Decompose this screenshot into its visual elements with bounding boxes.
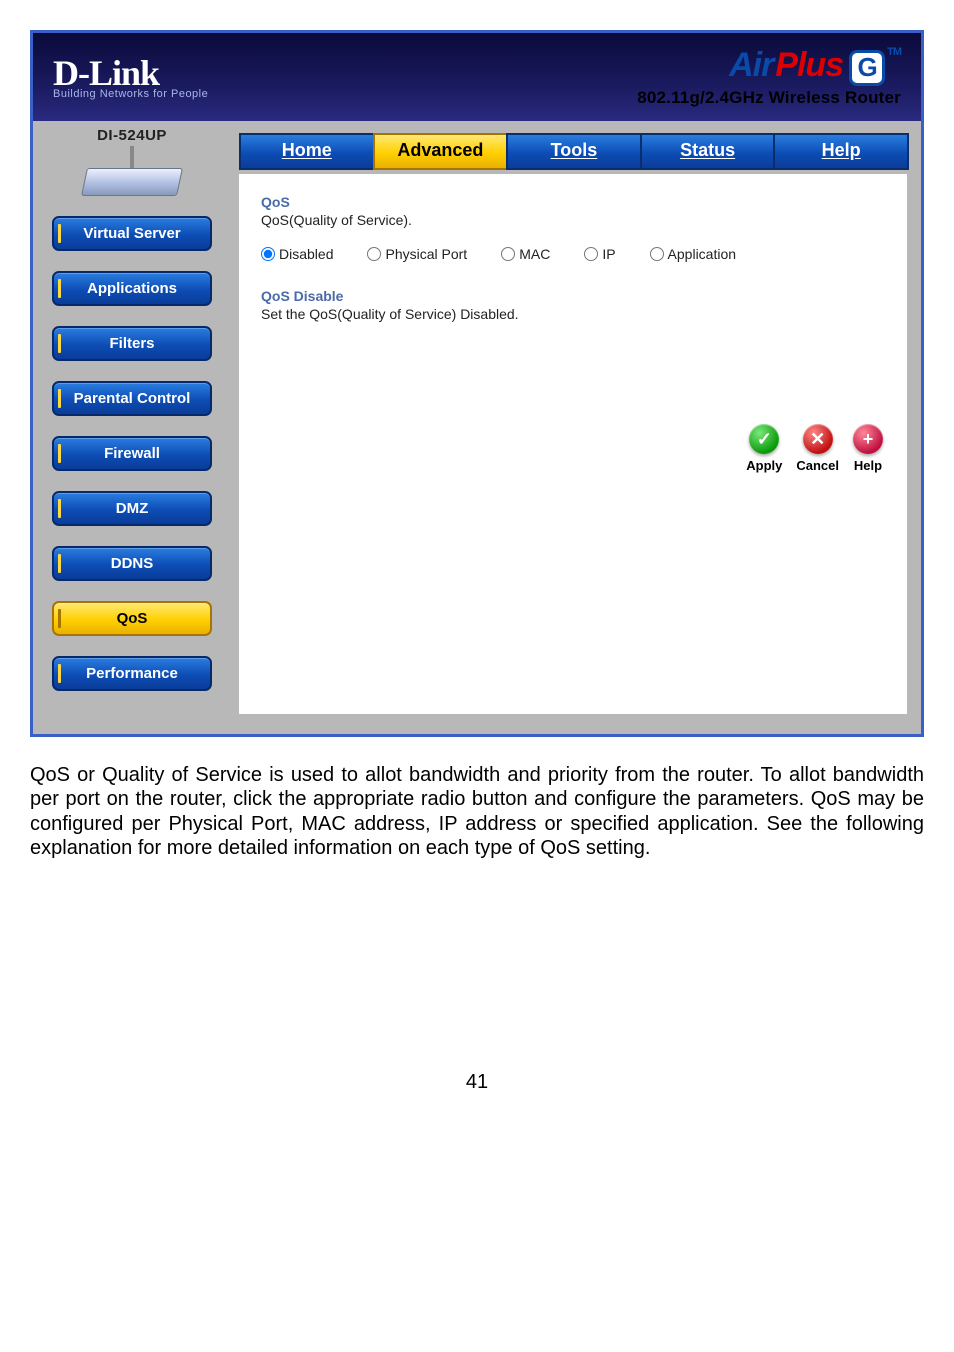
radio-application[interactable]: Application bbox=[650, 246, 737, 262]
radio-physical-port-input[interactable] bbox=[367, 247, 381, 261]
qos-desc: QoS(Quality of Service). bbox=[261, 212, 885, 228]
main-area: Home Advanced Tools Status Help QoS QoS(… bbox=[231, 121, 921, 734]
tab-status[interactable]: Status bbox=[640, 133, 776, 170]
sidebar-item-applications[interactable]: Applications bbox=[52, 271, 212, 306]
tab-advanced[interactable]: Advanced bbox=[373, 133, 509, 170]
sidebar-item-qos[interactable]: QoS bbox=[52, 601, 212, 636]
brand-logo: D-Link Building Networks for People bbox=[53, 55, 208, 100]
qos-disable-desc: Set the QoS(Quality of Service) Disabled… bbox=[261, 306, 885, 322]
sidebar-item-ddns[interactable]: DDNS bbox=[52, 546, 212, 581]
sidebar: DI-524UP Virtual Server Applications Fil… bbox=[33, 121, 231, 734]
tab-tools[interactable]: Tools bbox=[506, 133, 642, 170]
sidebar-item-dmz[interactable]: DMZ bbox=[52, 491, 212, 526]
radio-disabled[interactable]: Disabled bbox=[261, 246, 333, 262]
brand-name: D-Link bbox=[53, 55, 208, 91]
radio-mac-input[interactable] bbox=[501, 247, 515, 261]
brand-tagline: Building Networks for People bbox=[53, 89, 208, 100]
cancel-button[interactable]: ✕ Cancel bbox=[796, 424, 839, 473]
top-banner: D-Link Building Networks for People Air … bbox=[33, 33, 921, 121]
page-number: 41 bbox=[30, 1071, 924, 1094]
cancel-icon: ✕ bbox=[803, 424, 833, 454]
radio-physical-port[interactable]: Physical Port bbox=[367, 246, 467, 262]
product-subtitle: 802.11g/2.4GHz Wireless Router bbox=[637, 88, 901, 108]
radio-ip[interactable]: IP bbox=[584, 246, 615, 262]
tab-bar: Home Advanced Tools Status Help bbox=[239, 133, 907, 170]
apply-icon: ✓ bbox=[749, 424, 779, 454]
qos-disable-title: QoS Disable bbox=[261, 288, 885, 304]
router-admin-window: D-Link Building Networks for People Air … bbox=[30, 30, 924, 737]
sidebar-item-firewall[interactable]: Firewall bbox=[52, 436, 212, 471]
qos-mode-radios: Disabled Physical Port MAC IP bbox=[261, 246, 885, 262]
radio-ip-input[interactable] bbox=[584, 247, 598, 261]
help-button[interactable]: + Help bbox=[853, 424, 883, 473]
sidebar-item-virtual-server[interactable]: Virtual Server bbox=[52, 216, 212, 251]
document-paragraph: QoS or Quality of Service is used to all… bbox=[30, 763, 924, 861]
g-badge-icon: G bbox=[849, 50, 885, 86]
radio-application-input[interactable] bbox=[650, 247, 664, 261]
radio-mac[interactable]: MAC bbox=[501, 246, 550, 262]
router-device-icon bbox=[72, 148, 192, 198]
tab-home[interactable]: Home bbox=[239, 133, 375, 170]
product-logo-area: Air Plus G TM 802.11g/2.4GHz Wireless Ro… bbox=[637, 46, 901, 108]
tab-help[interactable]: Help bbox=[773, 133, 909, 170]
sidebar-item-parental-control[interactable]: Parental Control bbox=[52, 381, 212, 416]
apply-button[interactable]: ✓ Apply bbox=[746, 424, 782, 473]
sidebar-item-filters[interactable]: Filters bbox=[52, 326, 212, 361]
radio-disabled-input[interactable] bbox=[261, 247, 275, 261]
sidebar-item-performance[interactable]: Performance bbox=[52, 656, 212, 691]
help-icon: + bbox=[853, 424, 883, 454]
model-label: DI-524UP bbox=[43, 127, 221, 144]
product-logo: Air Plus G TM bbox=[637, 46, 901, 86]
content-pane: QoS QoS(Quality of Service). Disabled Ph… bbox=[239, 174, 907, 714]
qos-title: QoS bbox=[261, 194, 885, 210]
action-buttons: ✓ Apply ✕ Cancel + Help bbox=[746, 424, 883, 473]
